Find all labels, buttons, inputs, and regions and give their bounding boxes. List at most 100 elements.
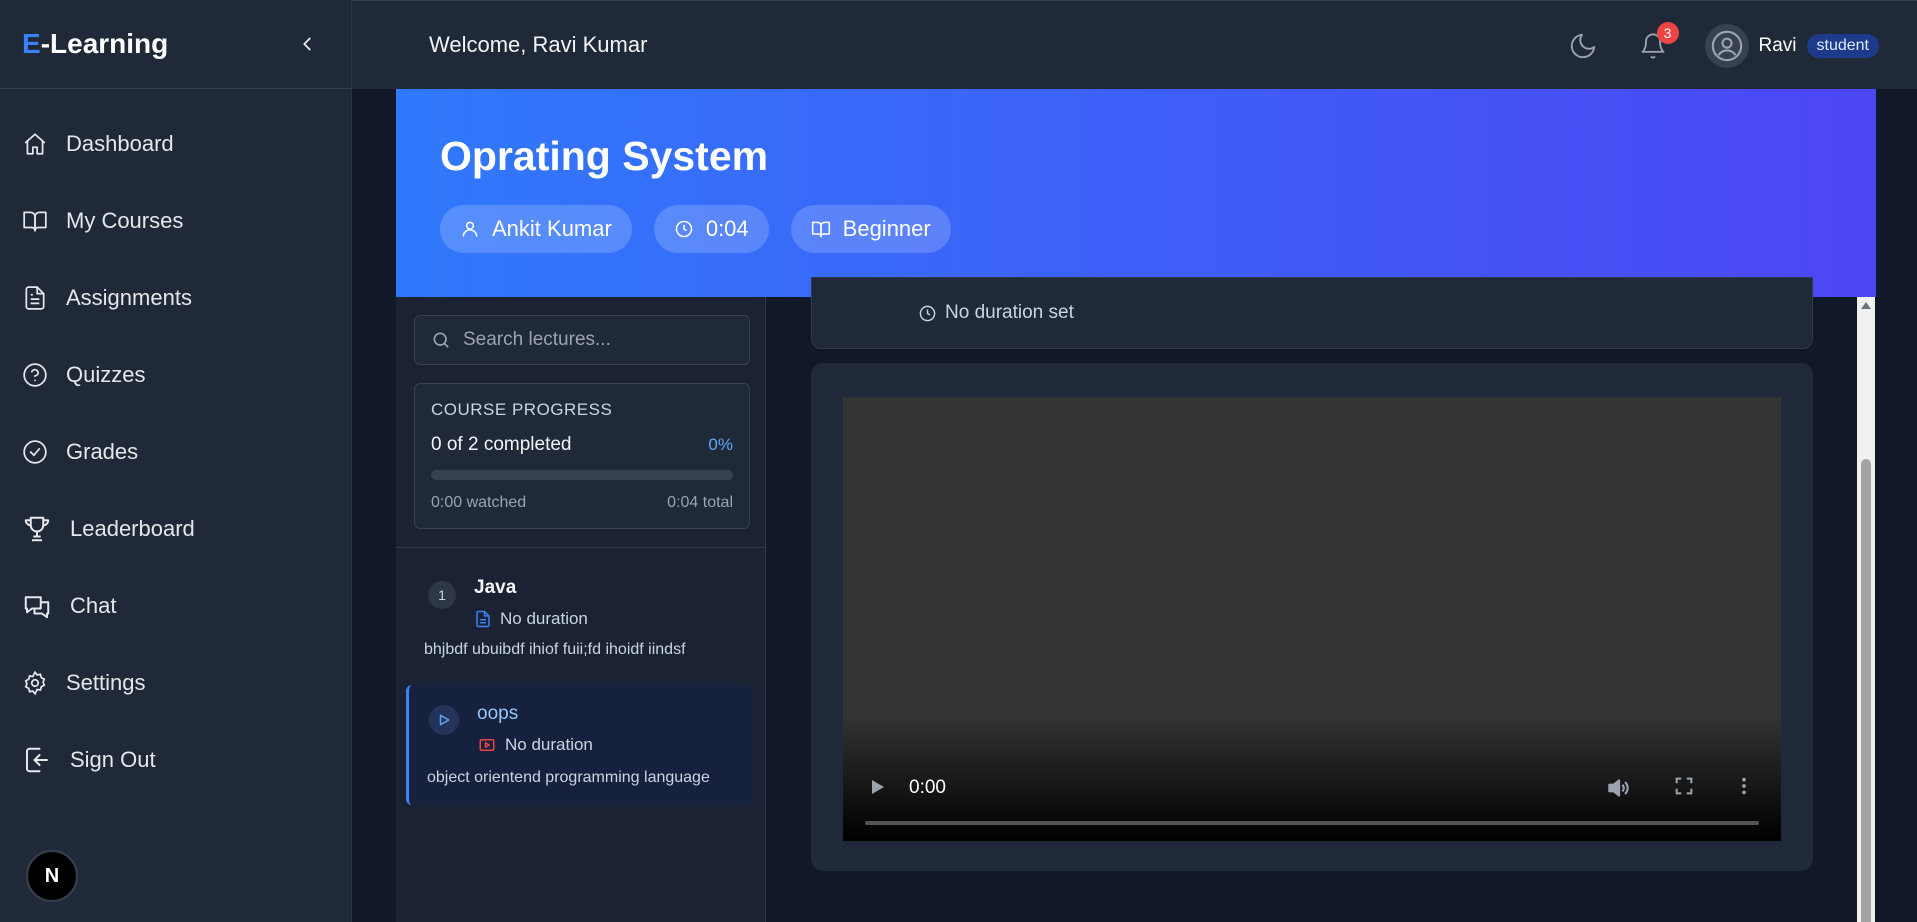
avatar [1704, 23, 1749, 68]
course-progress-card: COURSE PROGRESS 0 of 2 completed 0% 0:00… [414, 383, 750, 529]
scrollbar[interactable] [1857, 297, 1875, 922]
instructor-name: Ankit Kumar [492, 216, 612, 241]
divider [396, 547, 766, 548]
video-card: 0:00 [811, 363, 1813, 871]
theme-toggle-button[interactable] [1563, 26, 1603, 66]
brand-header: E-Learning [0, 0, 351, 89]
sidebar-item-quizzes[interactable]: Quizzes [0, 336, 351, 413]
sidebar-item-grades[interactable]: Grades [0, 413, 351, 490]
course-hero-banner: Oprating System Ankit Kumar 0:04 Beginne… [396, 89, 1876, 297]
sidebar-item-leaderboard[interactable]: Leaderboard [0, 490, 351, 567]
lecture-meta: No duration [477, 735, 593, 755]
lecture-duration-line: No duration set [918, 302, 1074, 324]
video-time: 0:00 [909, 777, 946, 798]
watched-time: 0:00 watched [431, 494, 527, 511]
sidebar-item-sign-out[interactable]: Sign Out [0, 721, 351, 798]
lecture-number: 1 [428, 581, 456, 609]
progress-heading: COURSE PROGRESS [431, 400, 613, 419]
user-icon [462, 221, 478, 237]
chevron-left-icon [303, 37, 311, 51]
lecture-duration: No duration [505, 735, 593, 754]
sidebar-item-assignments[interactable]: Assignments [0, 259, 351, 336]
video-controls: 0:00 [843, 761, 1781, 841]
video-play-button[interactable] [865, 775, 889, 804]
notifications-button[interactable]: 3 [1633, 21, 1679, 66]
lecture-duration: No duration [500, 609, 588, 628]
course-duration: 0:04 [705, 216, 749, 241]
sidebar-item-label: Leaderboard [70, 515, 195, 541]
lecture-viewer: No duration set 0:00 [767, 277, 1877, 922]
user-circle-icon [1711, 30, 1742, 61]
more-vertical-icon [1742, 777, 1746, 795]
brand-suffix: -Learning [40, 28, 169, 59]
search-input[interactable] [463, 329, 733, 351]
course-title: Oprating System [440, 133, 769, 179]
document-icon [476, 610, 490, 628]
collapse-sidebar-button[interactable] [291, 28, 323, 60]
top-bar: Welcome, Ravi Kumar 3 Ravi student [352, 0, 1917, 89]
sidebar-item-label: Sign Out [70, 746, 156, 772]
lecture-title: oops [477, 703, 519, 724]
trophy-icon [24, 516, 50, 541]
video-fullscreen-button[interactable] [1673, 775, 1695, 802]
sidebar-item-label: Chat [70, 592, 117, 618]
sidebar-item-label: Settings [66, 669, 146, 695]
moon-icon [1570, 33, 1595, 58]
video-player[interactable]: 0:00 [843, 397, 1781, 841]
lecture-description: object orientend programming language [427, 769, 710, 786]
duration-text: No duration set [945, 302, 1074, 323]
lecture-item-active[interactable]: oops No duration object orientend progra… [406, 685, 754, 805]
sidebar-nav: Dashboard My Courses Assignments Quizzes… [0, 89, 351, 798]
video-more-options-button[interactable] [1733, 775, 1755, 802]
search-icon [433, 332, 449, 348]
lecture-description: bhjbdf ubuibdf ihiof fuii;fd ihoidf iind… [424, 641, 686, 658]
framework-badge[interactable]: N [26, 850, 78, 902]
lecture-item[interactable]: 1 Java No duration bhjbdf ubuibdf ihiof … [406, 559, 754, 667]
role-badge: student [1806, 33, 1879, 58]
clock-icon [919, 305, 936, 321]
book-icon [23, 210, 47, 232]
lecture-meta: No duration [474, 609, 588, 629]
brand-prefix: E [22, 28, 41, 59]
play-icon [872, 780, 884, 794]
play-icon [439, 714, 450, 726]
check-circle-icon [23, 439, 47, 464]
sidebar-item-my-courses[interactable]: My Courses [0, 182, 351, 259]
lecture-title: Java [474, 577, 517, 598]
fullscreen-icon [1675, 777, 1693, 795]
brand-logo[interactable]: E-Learning [22, 28, 168, 60]
sidebar-item-label: My Courses [66, 207, 184, 233]
gear-icon [24, 670, 46, 695]
video-seek-bar[interactable] [865, 821, 1759, 825]
chat-icon [24, 595, 50, 618]
duration-chip: 0:04 [653, 205, 769, 253]
sidebar-item-label: Dashboard [66, 130, 174, 156]
level-chip: Beginner [790, 205, 951, 253]
lecture-panel: COURSE PROGRESS 0 of 2 completed 0% 0:00… [396, 297, 766, 922]
sidebar-item-label: Quizzes [66, 361, 146, 387]
book-open-icon [811, 221, 830, 238]
video-volume-button[interactable] [1605, 775, 1631, 806]
course-level: Beginner [842, 216, 931, 241]
scrollbar-thumb[interactable] [1861, 459, 1871, 922]
course-meta-chips: Ankit Kumar 0:04 Beginner [440, 205, 951, 253]
home-icon [24, 132, 46, 155]
notification-count-badge: 3 [1656, 21, 1679, 44]
volume-icon [1608, 779, 1629, 797]
user-menu[interactable]: Ravi student [1704, 23, 1879, 68]
lecture-play-badge [429, 705, 459, 735]
total-time: 0:04 total [667, 494, 733, 511]
sidebar: E-Learning Dashboard My Courses Assignme… [0, 0, 352, 922]
file-text-icon [25, 285, 45, 310]
sidebar-item-dashboard[interactable]: Dashboard [0, 105, 351, 182]
clock-icon [675, 220, 693, 238]
sidebar-item-settings[interactable]: Settings [0, 644, 351, 721]
video-icon [479, 739, 495, 751]
sidebar-item-chat[interactable]: Chat [0, 567, 351, 644]
scroll-up-arrow-icon[interactable] [1861, 302, 1871, 309]
sidebar-item-label: Assignments [66, 284, 192, 310]
search-box [414, 315, 750, 365]
main-content: Oprating System Ankit Kumar 0:04 Beginne… [352, 89, 1917, 922]
top-right-actions: 3 Ravi student [1563, 1, 1879, 90]
help-circle-icon [23, 362, 47, 387]
